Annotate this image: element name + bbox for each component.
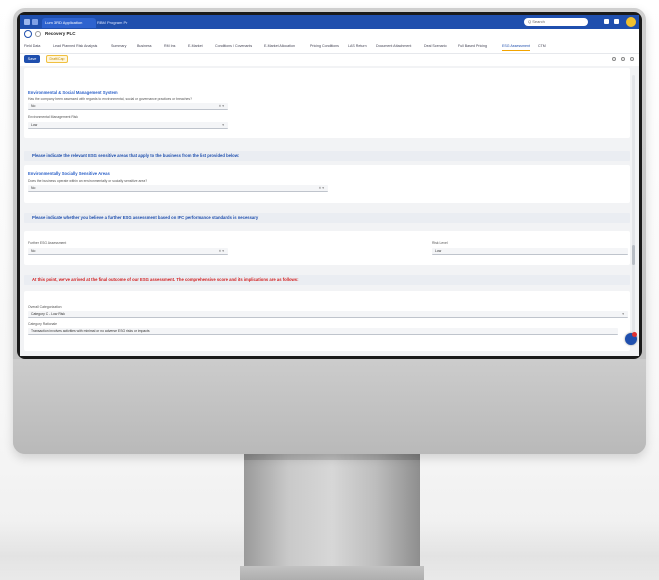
browser-tab-2[interactable]: RBM Program Pr <box>94 18 146 28</box>
sensitive-answer-value: No <box>31 186 36 190</box>
monitor-stand-base <box>240 566 424 580</box>
tab-e-market[interactable]: E-Market <box>188 42 203 50</box>
chevron-down-icon: ✕ ▾ <box>318 186 325 190</box>
category-rationale-label: Category Rationale <box>28 322 58 326</box>
tab-document-attachment[interactable]: Document Attachment <box>376 42 411 50</box>
env-answer-2-select[interactable]: Low ▾ <box>28 122 228 129</box>
overall-category-label: Overall Categorization <box>28 305 62 309</box>
overall-category-value: Category C - Low Risk <box>31 312 65 316</box>
tab-esg-assessment[interactable]: ESG Assessment <box>502 42 530 51</box>
tab-field-data[interactable]: Field Data <box>24 42 40 50</box>
info-icon[interactable] <box>35 31 41 37</box>
tab-conditions[interactable]: Conditions / Covenants <box>215 42 252 50</box>
final-outcome-card <box>24 291 630 351</box>
sensitive-answer-select[interactable]: No ✕ ▾ <box>28 185 328 192</box>
tab-summary[interactable]: Summary <box>111 42 126 50</box>
tab-pricing-conditions[interactable]: Pricing Conditions <box>310 42 339 50</box>
refresh-icon[interactable] <box>612 57 616 61</box>
sensitive-question-1: Does the business operate within an envi… <box>28 179 148 183</box>
monitor-chin <box>13 359 646 454</box>
env-answer-1-select[interactable]: No ✕ ▾ <box>28 103 228 110</box>
env-section-title: Environmental & Social Management System <box>28 90 118 95</box>
chevron-down-icon: ▾ <box>622 312 624 316</box>
back-icon[interactable] <box>32 19 38 25</box>
page-scrollbar[interactable] <box>632 75 635 345</box>
monitor-stand <box>244 450 420 580</box>
section-tabs: Field Data Lead Planned Risk Analysis Su… <box>20 42 639 52</box>
category-rationale-field[interactable]: Transaction involves activities with min… <box>28 328 618 335</box>
tab-deal-scenario[interactable]: Deal Scenario <box>424 42 447 50</box>
action-toolbar <box>20 53 639 66</box>
further-assessment-label: Further ESG Assessment <box>28 241 67 245</box>
tab-business[interactable]: Business <box>137 42 152 50</box>
env-answer-2-value: Low <box>31 123 38 127</box>
settings-icon[interactable] <box>614 19 619 24</box>
env-answer-1-value: No <box>31 104 36 108</box>
tab-las-return[interactable]: LAS Return <box>348 42 367 50</box>
browser-tab-1[interactable]: Lum 3RD Application <box>42 18 96 28</box>
app-logo-icon[interactable] <box>24 30 32 38</box>
sensitive-section-title: Environmentally Socially Sensitive Areas <box>28 171 110 176</box>
window-icon[interactable] <box>24 19 30 25</box>
screen: Lum 3RD Application RBM Program Pr Q Sea… <box>20 15 639 356</box>
risk-level-field[interactable]: Low <box>432 248 628 255</box>
env-question-2: Environmental Management Risk <box>28 115 78 119</box>
risk-level-value: Low <box>435 249 442 253</box>
status-badge: Draft/Cap <box>46 55 68 63</box>
chevron-down-icon: ✕ ▾ <box>218 249 225 253</box>
tab-rm-ins[interactable]: RM Ins <box>164 42 175 50</box>
notification-icon[interactable] <box>604 19 609 24</box>
sensitive-areas-instruction: Please indicate the relevant ESG sensiti… <box>24 151 630 161</box>
user-avatar[interactable] <box>626 17 636 27</box>
final-outcome-notice: At this point, we've arrived at the fina… <box>24 275 630 285</box>
tab-full-based-pricing[interactable]: Full Based Pricing <box>458 42 487 50</box>
risk-level-label: Risk Level <box>432 241 448 245</box>
chevron-down-icon: ✕ ▾ <box>218 104 225 108</box>
tab-ctm[interactable]: CTM <box>538 42 546 50</box>
browser-tab-bar: Lum 3RD Application RBM Program Pr Q Sea… <box>20 15 639 29</box>
further-assessment-select[interactable]: No ✕ ▾ <box>28 248 228 255</box>
further-assessment-instruction: Please indicate whether you believe a fu… <box>24 213 630 223</box>
company-name: Recovery PLC <box>45 31 76 36</box>
sensitive-areas-card <box>24 165 630 203</box>
tab-e-market-allocation[interactable]: E-Market Allocation <box>264 42 295 50</box>
save-button[interactable]: Save <box>24 55 40 63</box>
category-rationale-value: Transaction involves activities with min… <box>31 329 150 333</box>
chevron-down-icon: ▾ <box>222 123 224 127</box>
history-icon[interactable] <box>621 57 625 61</box>
env-question-1: Has the company been assessed with regar… <box>28 97 192 101</box>
more-icon[interactable] <box>630 57 634 61</box>
tab-lead-planned[interactable]: Lead Planned Risk Analysis <box>53 42 97 50</box>
page-scrollbar-thumb[interactable] <box>632 245 635 265</box>
notification-badge <box>632 332 637 337</box>
overall-category-field[interactable]: Category C - Low Risk ▾ <box>28 311 628 318</box>
global-search-input[interactable]: Q Search <box>524 18 588 26</box>
further-assessment-value: No <box>31 249 36 253</box>
